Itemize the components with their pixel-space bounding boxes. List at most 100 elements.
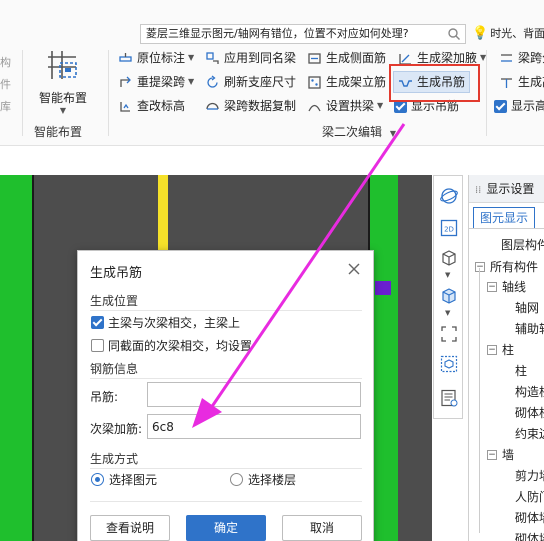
green-beam-member[interactable] (0, 175, 32, 541)
chevron-down-icon: ▼ (377, 101, 384, 110)
chevron-down-icon[interactable]: ▼ (445, 271, 450, 279)
show-partial-checkbox[interactable]: 显示高 (494, 95, 544, 117)
chevron-down-icon: ▼ (188, 77, 195, 86)
gen-side-rebar-button[interactable]: 生成侧面筋 (307, 47, 386, 69)
ribbon-toolbar: 菱层三维显示图元/轴网有错位，位置不对应如何处理? 💡 时光、背面 构件 库 智能… (0, 0, 544, 146)
copy-span-data-button[interactable]: 梁跨数据复制 (205, 95, 296, 117)
group-beam2-label: 梁二次编辑 (322, 125, 383, 139)
checkbox-checked-icon (91, 316, 104, 329)
tree-node-aux-axis[interactable]: 辅助轴 (515, 319, 544, 339)
tree-node-struct-column[interactable]: 构造柱 (515, 382, 544, 402)
box-select-icon[interactable] (439, 354, 459, 374)
elevation-icon (120, 101, 130, 112)
radio-select-floor[interactable]: 选择楼层 (230, 471, 296, 488)
group-label-beam-secondary-edit: 梁二次编辑 ▼ (322, 123, 396, 140)
tree-node-axis-net[interactable]: 轴网 (515, 298, 539, 318)
origin-mark-button[interactable]: 原位标注 ▼ (118, 47, 194, 69)
check-elevation-button[interactable]: 查改标高 (118, 95, 185, 117)
annotation-highlight-box (389, 64, 480, 102)
apply-same-name-beam-button[interactable]: 应用到同名梁 (205, 47, 296, 69)
beam-span-split-button[interactable]: 梁跨分 (499, 47, 544, 69)
chevron-down-icon: ▼ (389, 129, 396, 138)
tree-guide-line (479, 268, 480, 533)
search-icon[interactable] (447, 27, 461, 41)
chevron-down-icon: ▼ (59, 106, 67, 115)
collapse-toggle-icon[interactable]: − (475, 262, 485, 272)
radio-select-element[interactable]: 选择图元 (91, 471, 157, 488)
zoom-extents-icon[interactable] (439, 324, 459, 344)
canvas-gap (398, 175, 432, 541)
section-divider (90, 310, 362, 311)
show-partial-label: 显示高 (511, 99, 544, 113)
tree-node-column-item[interactable]: 柱 (515, 361, 527, 381)
view-2d-icon[interactable]: 2D (439, 218, 459, 238)
partial-label-2: 库 (0, 100, 11, 113)
cube-filled-icon[interactable] (439, 286, 459, 306)
tree-node-masonry-wall[interactable]: 砌体墙 (515, 529, 544, 541)
refresh-icon (207, 74, 218, 88)
tree-node-restraint-edge[interactable]: 约束边 (515, 424, 544, 444)
group-separator (22, 50, 23, 136)
user-name: 时光、背面 (490, 27, 544, 40)
gen-partial-button[interactable]: 生成高 (499, 71, 544, 93)
ok-button[interactable]: 确定 (186, 515, 266, 541)
side-rebar-icon (308, 52, 321, 64)
apply-same-name-label: 应用到同名梁 (224, 51, 297, 65)
cancel-button[interactable]: 取消 (282, 515, 362, 541)
tab-element-display[interactable]: 图元显示 (473, 207, 536, 229)
radio-unselected-icon (230, 473, 243, 486)
collapse-toggle-icon[interactable]: − (487, 282, 497, 292)
lightbulb-icon: 💡 (472, 26, 489, 41)
tree-label: 墙 (502, 448, 515, 462)
arch-beam-icon (308, 104, 321, 111)
user-area[interactable]: 💡 时光、背面 (472, 24, 544, 44)
tree-label: 所有构件 (490, 260, 539, 274)
view-help-button[interactable]: 查看说明 (90, 515, 170, 541)
tree-node-wall[interactable]: − 墙 (487, 445, 514, 465)
panel-title: 显示设置 (486, 182, 535, 196)
gen-frame-rebar-button[interactable]: 生成架立筋 (307, 71, 386, 93)
green-beam-member[interactable] (370, 175, 398, 541)
tree-node-masonry-wall[interactable]: 砌体墙 (515, 508, 544, 528)
tree-node-masonry-column[interactable]: 砌体柱 (515, 403, 544, 423)
orbit-icon[interactable] (439, 186, 459, 206)
cube-icon[interactable] (439, 248, 459, 268)
secondary-beam-rebar-label: 次梁加筋: (90, 422, 143, 436)
origin-mark-icon (119, 52, 132, 62)
apply-same-name-icon (206, 51, 219, 64)
section-divider (90, 501, 362, 502)
tab-divider (469, 228, 544, 229)
hanger-input[interactable] (147, 382, 361, 407)
help-search-input[interactable]: 菱层三维显示图元/轴网有错位，位置不对应如何处理? (140, 24, 466, 44)
svg-text:2D: 2D (444, 226, 454, 234)
chevron-down-icon[interactable]: ▼ (445, 309, 450, 317)
option-main-secondary-checkbox[interactable]: 主梁与次梁相交，主梁上 (91, 314, 240, 331)
panel-header[interactable]: ⁞⁞ 显示设置 (469, 175, 544, 203)
tree-node-civil-defense-door[interactable]: 人防门 (515, 487, 544, 507)
option-same-section-checkbox[interactable]: 同截面的次梁相交，均设置 (91, 337, 252, 354)
re-extract-beam-span-button[interactable]: 重提梁跨 ▼ (118, 71, 194, 93)
re-extract-span-label: 重提梁跨 (137, 75, 186, 89)
tree-node-shear-wall[interactable]: 剪力墙 (515, 466, 544, 486)
drag-handle-icon[interactable]: ⁞⁞ (475, 185, 481, 196)
group-separator (486, 50, 487, 136)
smart-layout-button[interactable]: 智能布置 ▼ (30, 48, 96, 115)
purple-element-marker[interactable] (375, 281, 391, 295)
layer-list-icon[interactable] (439, 388, 459, 408)
option-same-section-label: 同截面的次梁相交，均设置 (108, 339, 253, 353)
tree-node-all-components[interactable]: − 所有构件 (475, 257, 538, 277)
set-arch-beam-button[interactable]: 设置拱梁 ▼ (307, 95, 383, 117)
refresh-support-size-button[interactable]: 刷新支座尺寸 (205, 71, 296, 93)
tree-node-column[interactable]: − 柱 (487, 340, 514, 360)
gen-partial-label: 生成高 (518, 75, 544, 89)
generate-hanger-dialog: 生成吊筋 生成位置 主梁与次梁相交，主梁上 同截面的次梁相交，均设置 钢筋信息 … (77, 250, 374, 541)
radio-selected-icon (91, 473, 104, 486)
collapse-toggle-icon[interactable]: − (487, 345, 497, 355)
collapse-toggle-icon[interactable]: − (487, 450, 497, 460)
smart-layout-label: 智能布置 (38, 91, 87, 105)
close-icon[interactable] (346, 261, 362, 277)
secondary-beam-rebar-input[interactable] (147, 414, 361, 439)
tree-label: 柱 (502, 343, 515, 357)
tree-node-axis[interactable]: − 轴线 (487, 277, 526, 297)
re-extract-span-icon (120, 76, 131, 87)
